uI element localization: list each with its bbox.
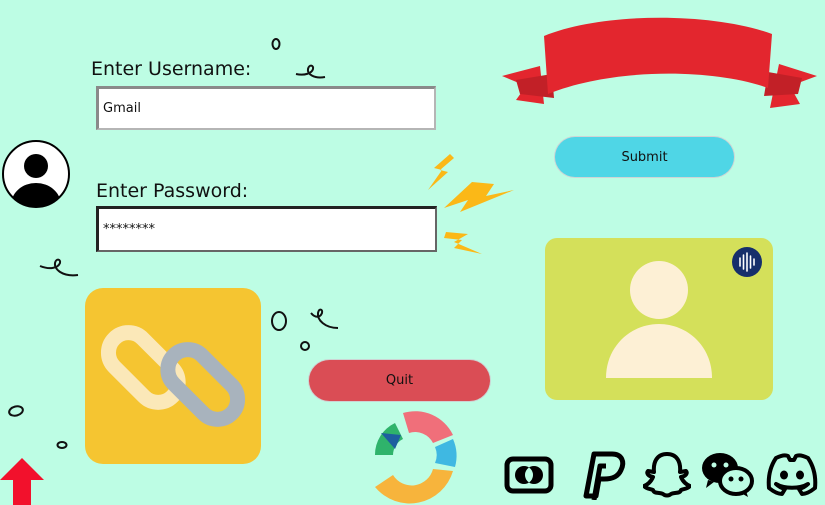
wechat-icon[interactable]: [700, 450, 756, 498]
doodle-circle: [271, 311, 287, 331]
chain-link-icon[interactable]: [85, 288, 261, 464]
quit-button[interactable]: Quit: [309, 360, 490, 401]
voice-wave-icon[interactable]: [731, 246, 763, 278]
mastercard-icon[interactable]: [504, 455, 554, 495]
doodle-circle: [300, 341, 310, 351]
paypal-icon[interactable]: [576, 450, 628, 500]
password-input[interactable]: [96, 206, 437, 252]
snapchat-icon[interactable]: [643, 450, 691, 500]
username-label: Enter Username:: [91, 58, 252, 80]
discord-icon[interactable]: [766, 452, 818, 496]
ribbon-banner-icon: [502, 17, 817, 108]
circular-loader-icon: [374, 411, 457, 504]
password-label: Enter Password:: [96, 180, 249, 202]
lightning-bolts-icon: [428, 154, 514, 254]
user-avatar-icon: [2, 140, 70, 208]
username-input[interactable]: [96, 86, 436, 130]
doodle-squiggle: [39, 258, 79, 277]
doodle-squiggle: [310, 308, 339, 329]
doodle-circle: [271, 38, 281, 50]
submit-button[interactable]: Submit: [555, 137, 734, 177]
doodle-squiggle: [295, 64, 326, 79]
doodle-circle: [8, 405, 24, 417]
up-arrow-icon[interactable]: [0, 456, 46, 505]
doodle-circle: [56, 441, 68, 449]
